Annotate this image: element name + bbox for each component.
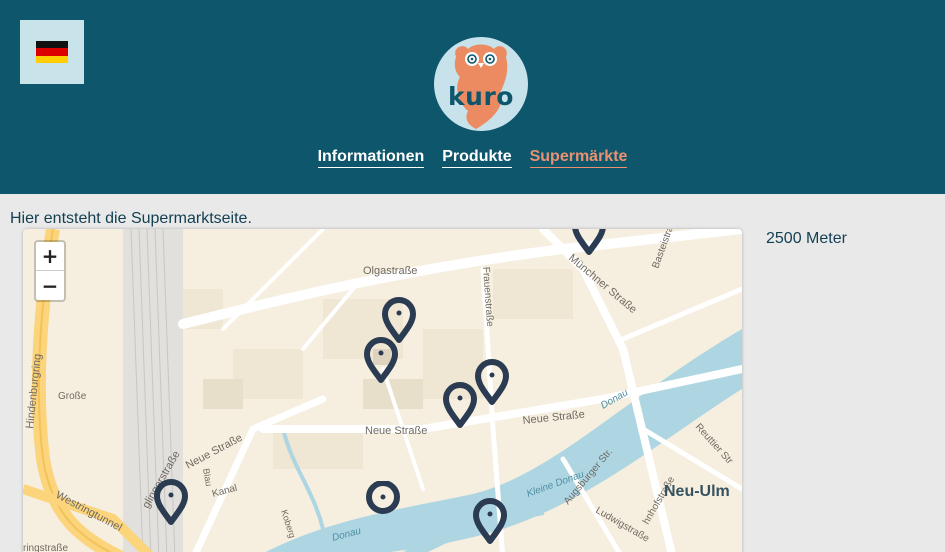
main-nav: Informationen Produkte Supermärkte xyxy=(0,148,945,168)
intro-text: Hier entsteht die Supermarktseite. xyxy=(10,210,252,227)
header: kuro Informationen Produkte Supermärkte xyxy=(0,0,945,194)
supermarket-marker[interactable] xyxy=(474,359,510,405)
city-label: Neu-Ulm xyxy=(664,483,730,500)
zoom-control: + − xyxy=(34,240,66,302)
supermarket-marker[interactable] xyxy=(472,498,508,544)
street-label: ringstraße xyxy=(23,543,68,552)
street-label: Olgastraße xyxy=(363,265,417,277)
zoom-out-button[interactable]: − xyxy=(36,271,64,300)
language-switcher-button[interactable] xyxy=(20,20,84,84)
germany-flag-icon xyxy=(36,41,68,63)
nav-informationen[interactable]: Informationen xyxy=(317,148,425,168)
supermarket-marker[interactable] xyxy=(571,229,607,255)
supermarket-marker[interactable] xyxy=(363,337,399,383)
supermarket-map[interactable]: Olgastraße Neue Straße Neue Straße Neue … xyxy=(23,229,742,552)
kuro-logo[interactable]: kuro xyxy=(434,37,528,131)
nav-supermaerkte[interactable]: Supermärkte xyxy=(529,148,628,168)
nav-produkte[interactable]: Produkte xyxy=(442,148,512,168)
supermarket-marker[interactable] xyxy=(442,382,478,428)
logo-text: kuro xyxy=(448,82,514,111)
supermarket-marker[interactable] xyxy=(365,480,401,527)
supermarket-marker[interactable] xyxy=(153,479,189,525)
street-label: Große xyxy=(58,391,87,402)
zoom-in-button[interactable]: + xyxy=(36,242,64,271)
distance-label: 2500 Meter xyxy=(766,230,847,247)
street-label: Neue Straße xyxy=(365,425,427,437)
